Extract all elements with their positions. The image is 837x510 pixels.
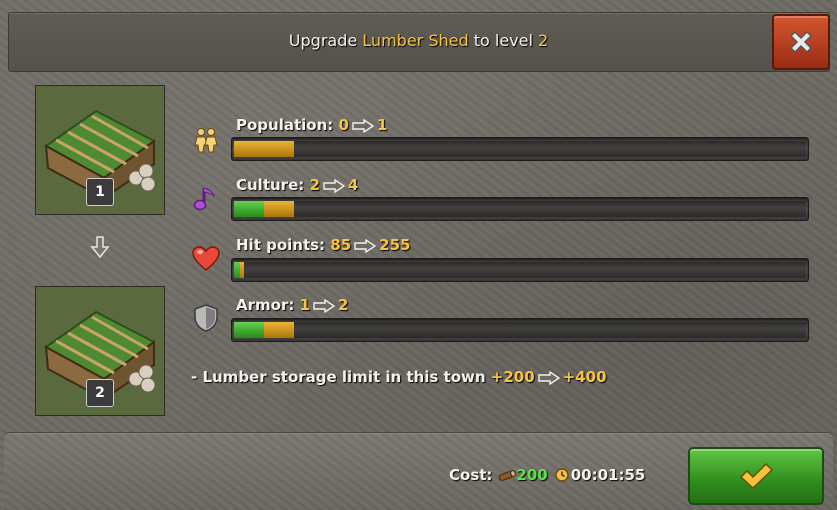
arrow-right-icon [537, 370, 560, 386]
bar-current-segment [234, 322, 264, 338]
arrow-down-icon [90, 236, 110, 259]
level-badge: 1 [86, 178, 114, 206]
building-name: Lumber Shed [362, 31, 469, 50]
stat-culture-label: Culture: 24 [236, 176, 359, 194]
close-button[interactable] [772, 14, 830, 70]
arrow-right-icon [352, 118, 375, 134]
build-time: 00:01:55 [570, 466, 646, 484]
checkmark-icon [739, 462, 774, 490]
culture-icon [191, 184, 221, 214]
heart-icon [191, 244, 221, 274]
title-prefix: Upgrade [288, 31, 358, 50]
arrow-right-icon [313, 298, 336, 314]
close-icon [789, 30, 813, 54]
stat-population-label: Population: 01 [236, 116, 388, 134]
lumber-cost: 200 [516, 466, 548, 484]
bar-upgrade-segment [240, 262, 244, 278]
stat-armor-bar [231, 318, 809, 342]
current-building-image: 1 [35, 85, 165, 215]
target-level: 2 [538, 31, 549, 50]
bar-current-segment [234, 201, 264, 217]
confirm-upgrade-button[interactable] [688, 447, 824, 505]
cost-info: Cost: 200 00:01:55 [449, 466, 645, 484]
stat-hitpoints-label: Hit points: 85 255 [236, 236, 411, 254]
population-icon [191, 125, 221, 155]
title-mid: to level [473, 31, 533, 50]
stat-hitpoints-bar [231, 258, 809, 282]
cost-label: Cost: [449, 466, 493, 484]
bar-upgrade-segment [264, 201, 294, 217]
stat-culture-bar [231, 197, 809, 221]
arrow-right-icon [323, 178, 346, 194]
level-badge: 2 [86, 379, 114, 407]
stat-population-bar [231, 137, 809, 161]
lumber-icon [499, 470, 517, 481]
clock-icon [555, 468, 569, 482]
stat-armor-label: Armor: 12 [236, 296, 349, 314]
dialog-title: Upgrade Lumber Shed to level 2 [0, 31, 837, 50]
bar-upgrade-segment [234, 141, 294, 157]
shield-icon [191, 303, 221, 333]
extra-effect: - Lumber storage limit in this town +200… [191, 368, 607, 386]
arrow-right-icon [354, 238, 377, 254]
upgraded-building-image: 2 [35, 286, 165, 416]
bar-upgrade-segment [264, 322, 294, 338]
